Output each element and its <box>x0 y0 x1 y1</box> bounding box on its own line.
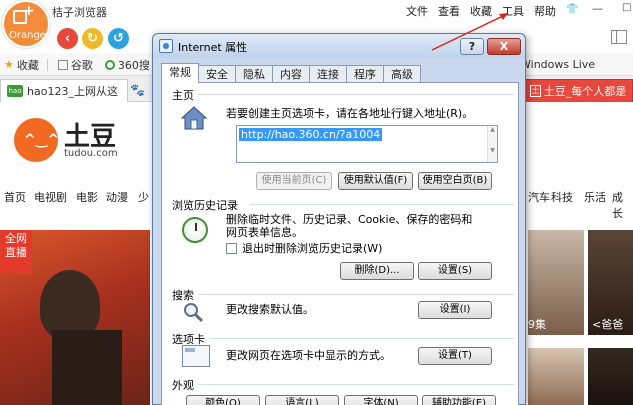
internet-options-icon <box>159 39 173 53</box>
sidebar-toggle-icon[interactable] <box>611 30 627 44</box>
home-page-url-input[interactable]: http://hao.360.cn/?a1004 ▲ ▼ <box>236 125 498 163</box>
history-clock-icon <box>182 217 208 243</box>
tab-hao123[interactable]: hao hao123_上网从这 <box>0 79 128 102</box>
dialog-tabs: 常规 安全 隐私 内容 连接 程序 高级 <box>161 63 421 83</box>
tab-tudou[interactable]: 土 土豆_每个人都是生 <box>523 79 633 102</box>
divider <box>198 294 514 295</box>
tab-programs[interactable]: 程序 <box>346 65 384 83</box>
delete-history-button[interactable]: 删除(D)... <box>340 262 414 280</box>
maximize-button[interactable]: □ <box>622 2 631 13</box>
tab-advanced[interactable]: 高级 <box>383 65 421 83</box>
internet-options-dialog: Internet 属性 ? X 常规 安全 隐私 内容 连接 程序 高级 主页 … <box>152 33 526 405</box>
category-auto[interactable]: 汽车 <box>528 189 550 205</box>
thumbnail-image[interactable] <box>588 348 633 405</box>
tab-connections[interactable]: 连接 <box>309 65 347 83</box>
tab-general[interactable]: 常规 <box>161 63 199 83</box>
category-movie[interactable]: 电影 <box>76 189 98 205</box>
tab-privacy[interactable]: 隐私 <box>235 65 273 83</box>
menu-favorites[interactable]: 收藏 <box>470 3 492 19</box>
history-description: 删除临时文件、历史记录、Cookie、保存的密码和网页表单信息。 <box>226 213 473 239</box>
home-description: 若要创建主页选项卡，请在各地址行键入地址(R)。 <box>226 107 474 120</box>
favorite-label: 谷歌 <box>70 58 93 72</box>
delete-on-exit-checkbox[interactable] <box>226 243 237 254</box>
google-icon <box>57 59 68 70</box>
divider <box>210 338 514 339</box>
delete-on-exit-label[interactable]: 退出时删除浏览历史记录(W) <box>242 242 382 255</box>
app-title: 桔子浏览器 <box>52 6 107 19</box>
360-icon <box>104 59 115 70</box>
colors-button[interactable]: 颜色(O) <box>186 395 260 405</box>
thumbnail-caption: 9集 <box>528 318 546 331</box>
orange-logo-icon[interactable]: + Orange <box>2 0 50 48</box>
shirt-skin-icon[interactable]: 👕 <box>566 4 578 15</box>
general-tab-panel: 主页 若要创建主页选项卡，请在各地址行键入地址(R)。 http://hao.3… <box>161 82 519 405</box>
use-current-button[interactable]: 使用当前页(C) <box>256 172 332 190</box>
star-icon: ★ <box>4 58 14 71</box>
category-anime[interactable]: 动漫 <box>106 189 128 205</box>
live-banner-image[interactable]: 全网直播 <box>0 230 150 405</box>
dialog-title: Internet 属性 <box>178 41 248 54</box>
home-section-label: 主页 <box>172 89 194 102</box>
menu-file[interactable]: 文件 <box>406 3 428 19</box>
category-home[interactable]: 首页 <box>4 189 26 205</box>
menu-tools[interactable]: 工具 <box>502 3 524 19</box>
back-arrow-icon[interactable]: ‹ <box>57 28 78 49</box>
category-tv[interactable]: 电视剧 <box>34 189 67 205</box>
tab-content[interactable]: 内容 <box>272 65 310 83</box>
divider <box>198 384 514 385</box>
favorite-360[interactable]: 360搜 <box>104 57 150 73</box>
home-page-url: http://hao.360.cn/?a1004 <box>239 128 383 141</box>
tudou-tab-icon: 土 <box>530 85 541 97</box>
tabs-settings-button[interactable]: 设置(T) <box>418 347 492 365</box>
accessibility-button[interactable]: 辅助功能(E) <box>422 395 496 405</box>
history-section-label: 浏览历史记录 <box>172 199 238 212</box>
close-button[interactable]: X <box>487 38 521 55</box>
tabs-description: 更改网页在选项卡中显示的方式。 <box>226 349 391 362</box>
thumbnail-image[interactable] <box>528 348 584 405</box>
favorite-google[interactable]: 谷歌 <box>57 57 93 73</box>
refresh-icon[interactable]: ↻ <box>82 28 103 49</box>
favorites-label: 收藏 <box>16 58 39 72</box>
browser-title-bar: + Orange 桔子浏览器 文件 查看 收藏 工具 帮助 👕 — □ <box>0 0 633 48</box>
favorite-label: 360搜 <box>117 58 150 72</box>
home-return-icon[interactable]: ↺ <box>108 28 129 49</box>
use-default-button[interactable]: 使用默认值(F) <box>338 172 413 190</box>
dialog-title-bar[interactable]: Internet 属性 ? X <box>153 34 525 58</box>
site-domain: tudou.com <box>64 148 118 159</box>
fonts-button[interactable]: 字体(N) <box>344 395 418 405</box>
languages-button[interactable]: 语言(L) <box>265 395 339 405</box>
search-settings-button[interactable]: 设置(I) <box>418 301 492 319</box>
help-button[interactable]: ? <box>460 38 484 55</box>
baidu-paw-icon[interactable]: 🐾 <box>130 83 145 97</box>
category-life[interactable]: 乐活 <box>584 189 606 205</box>
divider <box>250 204 514 205</box>
favorites-menu[interactable]: ★ 收藏 <box>4 57 39 73</box>
search-description: 更改搜索默认值。 <box>226 303 314 316</box>
hao123-icon: hao <box>7 85 23 97</box>
home-house-icon <box>180 106 208 130</box>
history-settings-button[interactable]: 设置(S) <box>418 262 492 280</box>
thumbnail-caption: <爸爸去 <box>592 318 624 347</box>
divider <box>46 58 48 71</box>
category-kids[interactable]: 少 <box>138 189 149 205</box>
menu-help[interactable]: 帮助 <box>534 3 556 19</box>
tab-security[interactable]: 安全 <box>198 65 236 83</box>
category-tech[interactable]: 科技 <box>551 189 573 205</box>
favorite-windows-live[interactable]: Windows Live <box>520 58 595 71</box>
minimize-button[interactable]: — <box>592 2 603 15</box>
tab-label: 土豆_每个人都是生 <box>543 85 626 98</box>
magnifier-icon <box>184 303 204 323</box>
use-blank-button[interactable]: 使用空白页(B) <box>418 172 492 190</box>
divider <box>198 94 514 95</box>
tab-label: hao123_上网从这 <box>27 85 118 98</box>
tabs-window-icon <box>182 345 210 367</box>
category-growth[interactable]: 成长 <box>612 189 633 221</box>
url-scrollbar[interactable]: ▲ ▼ <box>487 126 497 162</box>
tudou-logo-icon[interactable]: ^‿^ <box>14 118 59 162</box>
appearance-section-label: 外观 <box>172 379 194 392</box>
live-tag: 全网直播 <box>0 230 32 274</box>
menu-view[interactable]: 查看 <box>438 3 460 19</box>
